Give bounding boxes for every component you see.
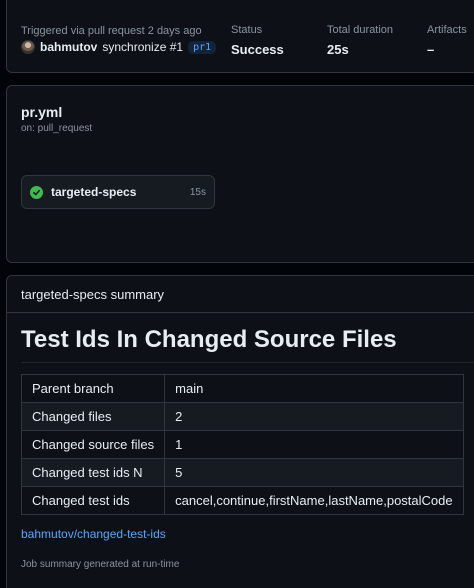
workflow-graph-card: pr.yml on: pull_request targeted-specs 1… [6, 85, 474, 263]
job-summary-card: targeted-specs summary Test Ids In Chang… [6, 275, 474, 588]
summary-table: Parent branch main Changed files 2 Chang… [20, 374, 464, 515]
table-cell-key: Changed source files [20, 430, 166, 459]
table-cell-key: Changed test ids N [20, 458, 166, 487]
run-summary-card: Triggered via pull request 2 days ago ba… [6, 0, 474, 73]
pr-badge[interactable]: pr1 [188, 40, 217, 54]
job-name: targeted-specs [51, 185, 137, 199]
trigger-text: Triggered via pull request 2 days ago [21, 25, 202, 37]
table-row: Changed source files 1 [20, 430, 464, 459]
table-row: Changed test ids N 5 [20, 458, 464, 487]
table-cell-value: 1 [164, 430, 464, 459]
job-node-targeted-specs[interactable]: targeted-specs 15s [21, 175, 215, 209]
actor-link[interactable]: bahmutov [40, 40, 97, 54]
table-cell-key: Parent branch [20, 374, 166, 403]
duration-label: Total duration [327, 24, 394, 36]
status-label: Status [231, 24, 263, 36]
table-row: Changed test ids cancel,continue,firstNa… [20, 486, 464, 515]
job-duration: 15s [189, 186, 206, 198]
workflow-file-name: pr.yml [21, 104, 63, 120]
status-value: Success [231, 42, 284, 57]
artifacts-label: Artifacts [427, 24, 467, 36]
table-cell-value: 2 [164, 402, 464, 431]
summary-footer: Job summary generated at run-time [21, 559, 180, 570]
job-summary-header: targeted-specs summary [7, 276, 474, 313]
job-summary-title: targeted-specs summary [21, 286, 165, 302]
table-cell-value: cancel,continue,firstName,lastName,posta… [164, 486, 464, 515]
event-text: synchronize #1 [102, 40, 184, 54]
check-circle-icon [30, 185, 43, 199]
table-cell-key: Changed test ids [20, 486, 166, 515]
summary-heading: Test Ids In Changed Source Files [21, 326, 474, 363]
trigger-row: bahmutov synchronize #1 pr1 [21, 40, 217, 54]
table-row: Parent branch main [20, 374, 464, 403]
artifacts-value: – [427, 42, 435, 57]
duration-value: 25s [327, 42, 349, 57]
table-cell-value: main [164, 374, 464, 403]
avatar[interactable] [21, 40, 35, 54]
table-cell-key: Changed files [20, 402, 166, 431]
table-row: Changed files 2 [20, 402, 464, 431]
workflow-trigger: on: pull_request [21, 123, 93, 134]
table-cell-value: 5 [164, 458, 464, 487]
repo-link[interactable]: bahmutov/changed-test-ids [21, 527, 166, 541]
